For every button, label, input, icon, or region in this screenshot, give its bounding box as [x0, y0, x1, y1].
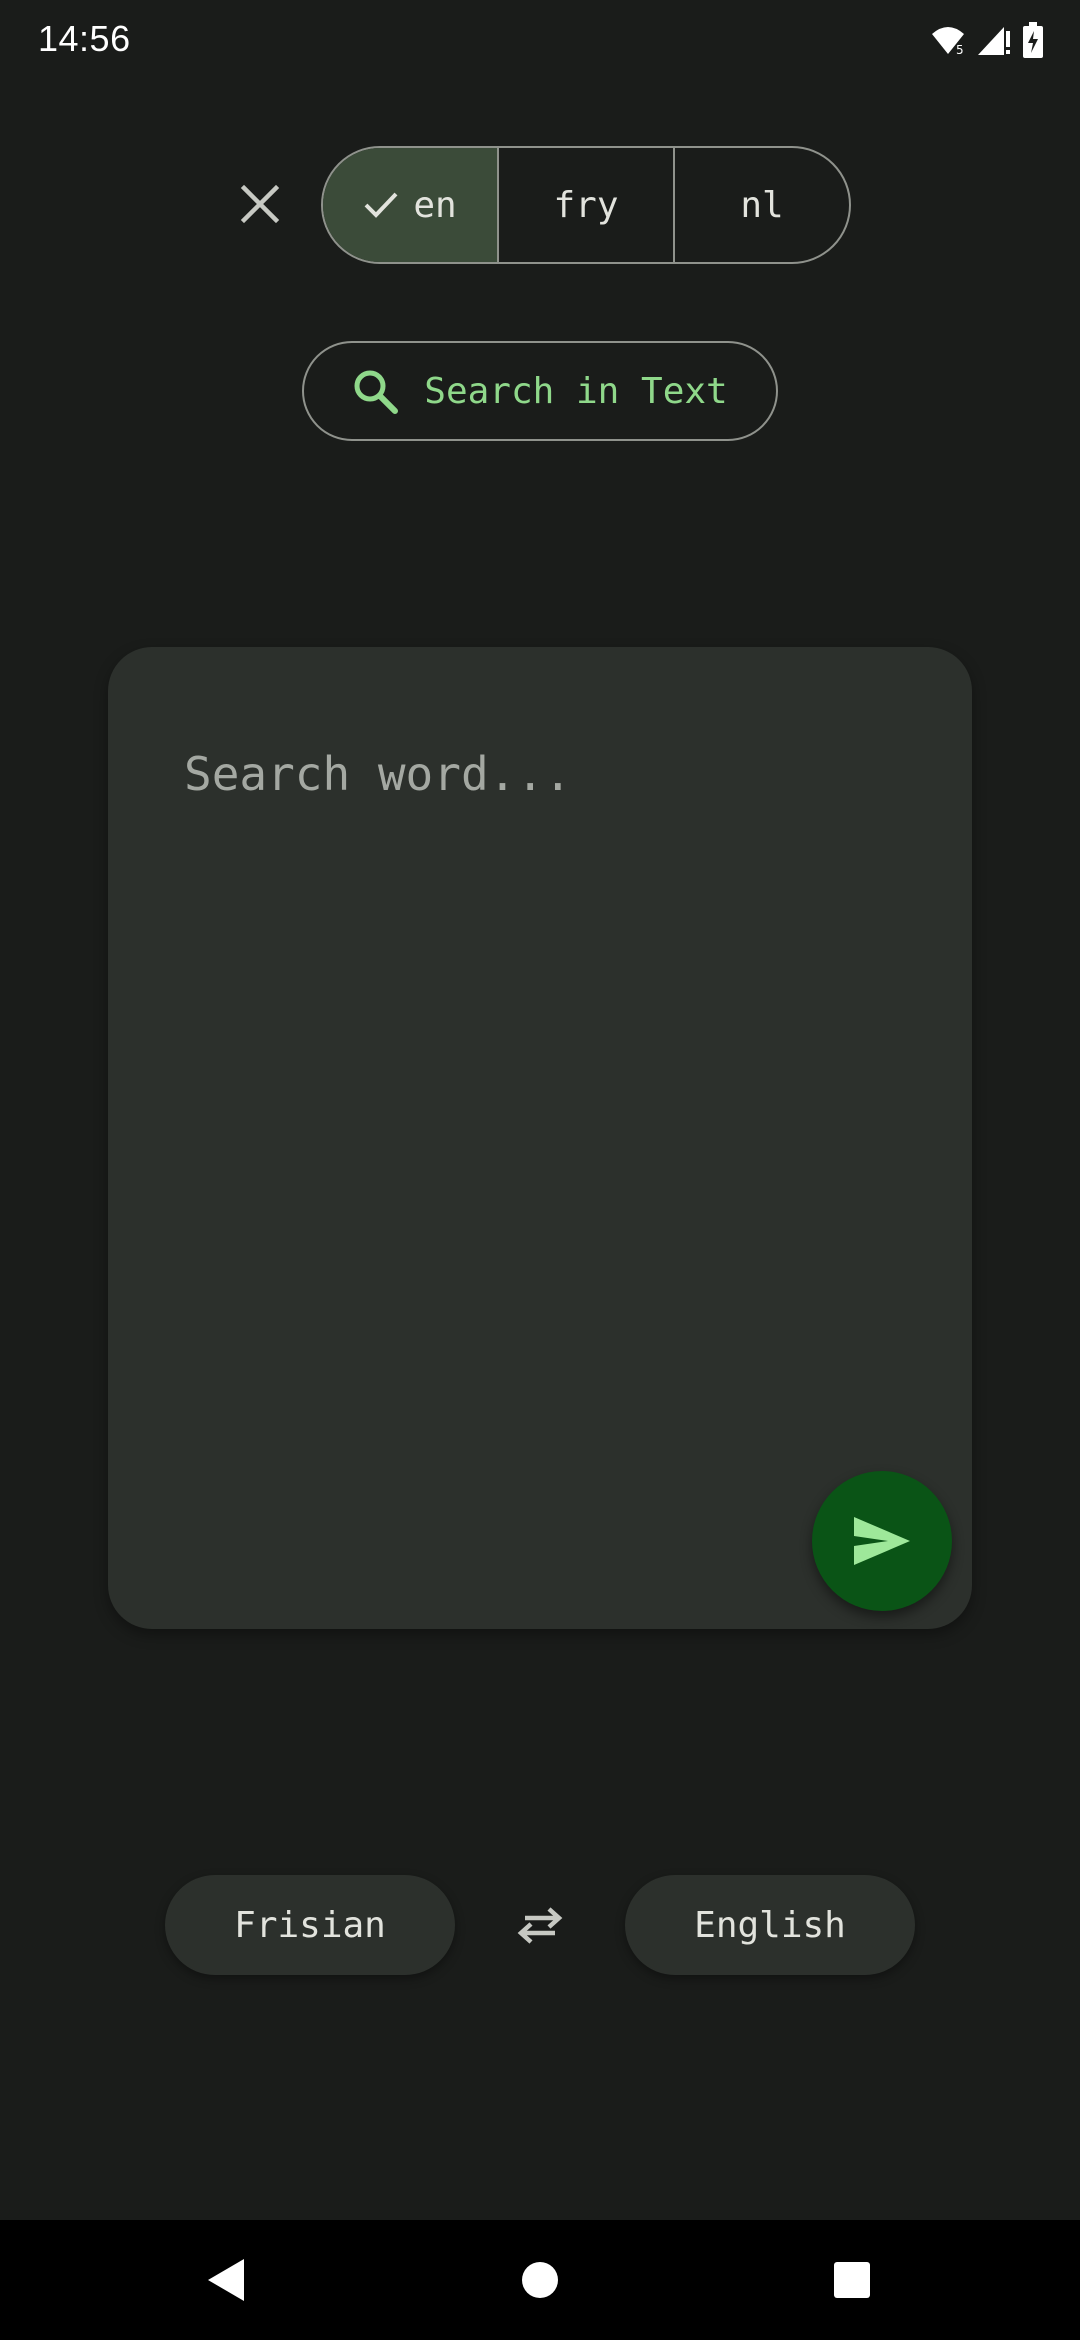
- language-option-fry[interactable]: fry: [497, 148, 673, 262]
- home-icon: [522, 2262, 558, 2298]
- navigation-bar: [0, 2220, 1080, 2340]
- search-word-input-card[interactable]: Search word...: [108, 647, 972, 1629]
- status-icons: 5: [930, 22, 1044, 62]
- swap-languages-button[interactable]: [508, 1893, 572, 1957]
- language-option-label: fry: [553, 184, 619, 226]
- recents-icon: [834, 2262, 870, 2298]
- close-icon: [240, 184, 280, 224]
- close-button[interactable]: [228, 172, 292, 236]
- check-icon: [364, 192, 398, 218]
- language-filter: en fry nl: [321, 146, 851, 264]
- language-option-label: nl: [740, 184, 784, 226]
- language-option-en[interactable]: en: [323, 148, 497, 262]
- wifi-icon: 5: [930, 24, 966, 60]
- app-screen: 14:56 5 en fry nl Search in Text Search …: [0, 0, 1080, 2340]
- nav-home-button[interactable]: [500, 2240, 580, 2320]
- status-time: 14:56: [38, 18, 131, 59]
- language-option-nl[interactable]: nl: [673, 148, 849, 262]
- status-bar: 14:56 5: [0, 0, 1080, 82]
- target-language-label: English: [694, 1904, 846, 1946]
- battery-charging-icon: [1022, 22, 1044, 62]
- search-icon: [354, 370, 399, 414]
- search-in-text-label: Search in Text: [424, 370, 728, 412]
- svg-text:5: 5: [956, 43, 964, 56]
- nav-back-button[interactable]: [186, 2240, 266, 2320]
- send-icon: [854, 1517, 910, 1565]
- source-language-label: Frisian: [234, 1904, 386, 1946]
- nav-recents-button[interactable]: [812, 2240, 892, 2320]
- search-word-input[interactable]: Search word...: [184, 747, 572, 801]
- swap-icon: [517, 1907, 563, 1944]
- send-button[interactable]: [812, 1471, 952, 1611]
- source-language-button[interactable]: Frisian: [165, 1875, 455, 1975]
- back-icon: [208, 2259, 244, 2301]
- signal-icon: [976, 23, 1012, 61]
- search-in-text-button[interactable]: Search in Text: [302, 341, 778, 441]
- target-language-button[interactable]: English: [625, 1875, 915, 1975]
- language-option-label: en: [413, 184, 457, 226]
